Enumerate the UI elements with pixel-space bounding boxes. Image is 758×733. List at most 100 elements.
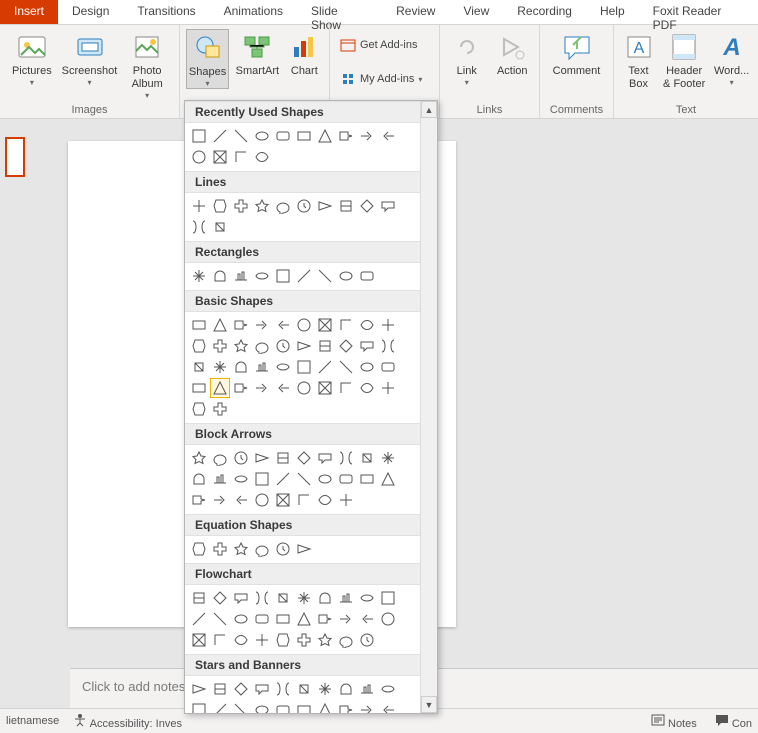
tab-recording[interactable]: Recording	[503, 0, 586, 24]
shape-option[interactable]	[252, 315, 272, 335]
language-status[interactable]: lietnamese	[6, 715, 59, 727]
shape-option[interactable]	[294, 336, 314, 356]
shape-option[interactable]	[210, 378, 230, 398]
shape-option[interactable]	[336, 609, 356, 629]
shape-option[interactable]	[252, 469, 272, 489]
shape-option[interactable]	[189, 399, 209, 419]
shape-option[interactable]	[189, 490, 209, 510]
shape-option[interactable]	[336, 357, 356, 377]
shape-option[interactable]	[231, 679, 251, 699]
shape-option[interactable]	[231, 336, 251, 356]
tab-insert[interactable]: Insert	[0, 0, 58, 24]
shape-option[interactable]	[336, 378, 356, 398]
shape-option[interactable]	[252, 126, 272, 146]
shape-option[interactable]	[231, 196, 251, 216]
shape-option[interactable]	[315, 630, 335, 650]
shape-option[interactable]	[378, 315, 398, 335]
shape-option[interactable]	[273, 630, 293, 650]
shape-option[interactable]	[273, 609, 293, 629]
shape-option[interactable]	[273, 315, 293, 335]
shape-option[interactable]	[189, 469, 209, 489]
shape-option[interactable]	[336, 490, 356, 510]
shape-option[interactable]	[294, 630, 314, 650]
tab-animations[interactable]: Animations	[210, 0, 297, 24]
shape-option[interactable]	[189, 336, 209, 356]
shape-option[interactable]	[252, 357, 272, 377]
shape-option[interactable]	[294, 357, 314, 377]
shape-option[interactable]	[210, 700, 230, 713]
shape-option[interactable]	[294, 469, 314, 489]
shape-option[interactable]	[210, 399, 230, 419]
shape-option[interactable]	[189, 196, 209, 216]
shape-option[interactable]	[357, 679, 377, 699]
shape-option[interactable]	[294, 609, 314, 629]
accessibility-status[interactable]: Accessibility: Inves	[73, 713, 182, 730]
shape-option[interactable]	[273, 378, 293, 398]
tab-slideshow[interactable]: Slide Show	[297, 0, 382, 24]
shape-option[interactable]	[210, 336, 230, 356]
shape-option[interactable]	[210, 315, 230, 335]
shape-option[interactable]	[210, 357, 230, 377]
shape-option[interactable]	[210, 217, 230, 237]
shape-option[interactable]	[189, 147, 209, 167]
shape-option[interactable]	[210, 679, 230, 699]
shape-option[interactable]	[210, 539, 230, 559]
slide-thumb-1[interactable]	[5, 137, 25, 177]
shape-option[interactable]	[210, 630, 230, 650]
shape-option[interactable]	[252, 588, 272, 608]
shape-option[interactable]	[189, 539, 209, 559]
shape-option[interactable]	[252, 609, 272, 629]
shape-option[interactable]	[252, 700, 272, 713]
shape-option[interactable]	[315, 679, 335, 699]
shape-option[interactable]	[357, 378, 377, 398]
shape-option[interactable]	[210, 126, 230, 146]
shape-option[interactable]	[357, 126, 377, 146]
shape-option[interactable]	[336, 336, 356, 356]
shape-option[interactable]	[231, 630, 251, 650]
comments-toggle[interactable]: Con	[715, 713, 752, 730]
photo-album-button[interactable]: Photo Album ▾	[121, 29, 173, 100]
shape-option[interactable]	[294, 266, 314, 286]
chart-button[interactable]: Chart	[286, 29, 323, 89]
shape-option[interactable]	[336, 630, 356, 650]
shape-option[interactable]	[252, 147, 272, 167]
pictures-button[interactable]: Pictures ▾	[6, 29, 58, 100]
shape-option[interactable]	[273, 679, 293, 699]
shape-option[interactable]	[231, 448, 251, 468]
shape-option[interactable]	[189, 588, 209, 608]
shape-option[interactable]	[210, 490, 230, 510]
shape-option[interactable]	[378, 700, 398, 713]
shape-option[interactable]	[357, 315, 377, 335]
shape-option[interactable]	[231, 378, 251, 398]
textbox-button[interactable]: A Text Box	[620, 29, 657, 91]
shape-option[interactable]	[357, 196, 377, 216]
shape-option[interactable]	[336, 266, 356, 286]
shape-option[interactable]	[357, 588, 377, 608]
shape-option[interactable]	[357, 609, 377, 629]
shape-option[interactable]	[315, 469, 335, 489]
shape-option[interactable]	[294, 196, 314, 216]
shape-option[interactable]	[336, 469, 356, 489]
shape-option[interactable]	[189, 609, 209, 629]
shape-option[interactable]	[231, 315, 251, 335]
shape-option[interactable]	[315, 315, 335, 335]
scrollbar[interactable]: ▲ ▼	[420, 101, 437, 713]
shape-option[interactable]	[378, 448, 398, 468]
shape-option[interactable]	[378, 588, 398, 608]
shape-option[interactable]	[357, 336, 377, 356]
shape-option[interactable]	[231, 588, 251, 608]
shape-option[interactable]	[189, 266, 209, 286]
shape-option[interactable]	[189, 315, 209, 335]
shape-option[interactable]	[273, 126, 293, 146]
shape-option[interactable]	[357, 266, 377, 286]
shape-option[interactable]	[357, 469, 377, 489]
shape-option[interactable]	[315, 336, 335, 356]
shape-option[interactable]	[357, 357, 377, 377]
get-addins-button[interactable]: Get Add-ins	[336, 35, 433, 55]
shape-option[interactable]	[189, 217, 209, 237]
shape-option[interactable]	[252, 679, 272, 699]
shape-option[interactable]	[294, 700, 314, 713]
shape-option[interactable]	[315, 196, 335, 216]
shape-option[interactable]	[378, 196, 398, 216]
shape-option[interactable]	[210, 588, 230, 608]
